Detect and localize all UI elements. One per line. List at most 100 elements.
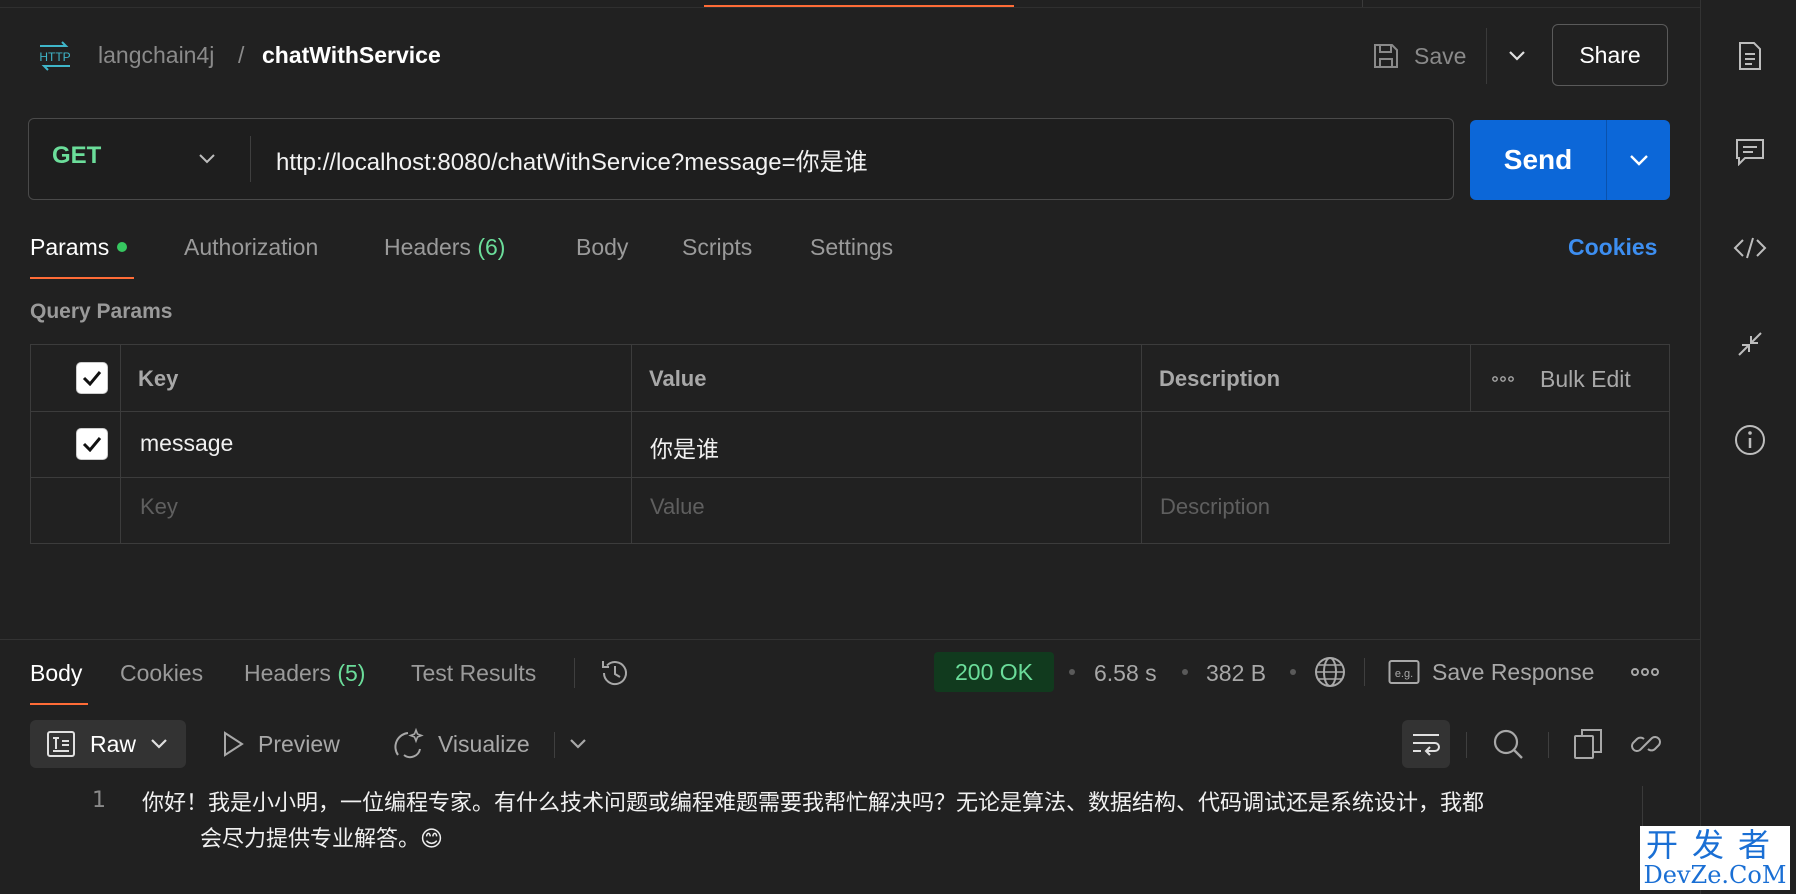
tab-scripts[interactable]: Scripts [682, 234, 752, 261]
new-value-input[interactable]: Value [650, 494, 705, 520]
save-label: Save [1414, 42, 1467, 69]
param-key-cell[interactable]: message [140, 430, 233, 457]
response-line-continuation: 会尽力提供专业解答。😊 [200, 827, 443, 852]
response-tab-cookies[interactable]: Cookies [120, 660, 203, 687]
svg-text:HTTP: HTTP [39, 50, 70, 64]
chevron-down-icon [570, 739, 586, 749]
table-col-divider [120, 344, 121, 544]
more-icon[interactable] [1630, 662, 1660, 682]
url-input[interactable]: http://localhost:8080/chatWithService?me… [276, 142, 868, 177]
search-icon[interactable] [1490, 726, 1526, 762]
active-tab-indicator [704, 5, 1014, 7]
url-divider [250, 136, 251, 182]
method-chevron[interactable] [194, 146, 220, 172]
tab-body[interactable]: Body [576, 234, 628, 261]
save-response-label: Save Response [1432, 658, 1595, 685]
tab-separator [1362, 0, 1363, 7]
globe-icon[interactable] [1313, 655, 1347, 689]
meta-separator [1069, 669, 1075, 675]
toolbar-separator [1548, 732, 1549, 758]
raw-icon [47, 731, 75, 757]
send-button[interactable]: Send [1470, 120, 1606, 200]
format-select[interactable]: Raw [30, 720, 186, 768]
tab-params[interactable]: Params [30, 234, 128, 261]
new-key-input[interactable]: Key [140, 494, 178, 520]
history-icon[interactable] [598, 656, 632, 690]
status-badge[interactable]: 200 OK [934, 652, 1054, 692]
response-tab-test-results[interactable]: Test Results [411, 660, 536, 687]
format-label: Raw [90, 730, 137, 757]
tab-settings[interactable]: Settings [810, 234, 893, 261]
send-options-chevron[interactable] [1606, 120, 1670, 200]
chevron-down-icon [151, 739, 167, 749]
code-icon[interactable] [1732, 230, 1768, 266]
visualize-icon [394, 727, 424, 759]
document-icon[interactable] [1732, 38, 1768, 74]
checkmark-icon [82, 371, 102, 386]
watermark-logo: 开发者 DevZe.CoM [1640, 826, 1790, 890]
response-tab-headers-label: Headers [244, 660, 331, 686]
bulk-edit-label: Bulk Edit [1540, 365, 1631, 392]
response-tab-headers[interactable]: Headers (5) [244, 660, 365, 687]
chevron-down-icon [1629, 155, 1648, 166]
response-tab-body[interactable]: Body [30, 660, 82, 687]
tab-headers-label: Headers [384, 234, 471, 260]
svg-text:e.g.: e.g. [1395, 668, 1413, 680]
table-divider [30, 411, 1670, 412]
params-tab-underline [30, 277, 134, 279]
column-header-key: Key [138, 366, 179, 391]
response-body[interactable]: 你好！我是小小明，一位编程专家。有什么技术问题或编程难题需要我帮忙解决吗？无论是… [142, 786, 1612, 858]
save-button[interactable]: Save [1372, 38, 1466, 74]
info-icon[interactable] [1732, 422, 1768, 458]
tab-authorization[interactable]: Authorization [184, 234, 318, 261]
response-tab-headers-count: (5) [337, 660, 366, 686]
preview-label: Preview [258, 730, 340, 757]
link-icon[interactable] [1628, 726, 1664, 762]
cookies-link[interactable]: Cookies [1568, 234, 1657, 261]
preview-button[interactable]: Preview [220, 720, 340, 768]
meta-divider [1364, 658, 1365, 686]
response-size[interactable]: 382 B [1206, 660, 1266, 687]
param-value-cell[interactable]: 你是谁 [650, 430, 719, 464]
save-response-button[interactable]: e.g. Save Response [1388, 654, 1594, 690]
toolbar-separator [554, 732, 555, 758]
select-all-checkbox[interactable] [76, 362, 108, 394]
method-select[interactable]: GET [52, 142, 101, 170]
save-divider [1486, 28, 1487, 84]
column-header-value: Value [649, 366, 707, 391]
line-number: 1 [92, 788, 106, 813]
watermark-bottom-text: DevZe.CoM [1643, 861, 1787, 889]
top-tab-strip [0, 0, 1700, 8]
table-col-divider [631, 344, 632, 544]
params-active-dot [117, 241, 128, 252]
http-icon: HTTP [36, 38, 74, 74]
chevron-down-icon [1509, 51, 1525, 61]
response-divider [0, 639, 1700, 640]
request-title[interactable]: chatWithService [262, 42, 441, 69]
row-checkbox[interactable] [76, 428, 108, 460]
visualize-options-chevron[interactable] [560, 726, 596, 762]
comment-icon[interactable] [1732, 134, 1768, 170]
response-line: 你好！我是小小明，一位编程专家。有什么技术问题或编程难题需要我帮忙解决吗？无论是… [142, 791, 1485, 816]
new-description-input[interactable]: Description [1160, 494, 1270, 520]
watermark-top-text: 开发者 [1645, 826, 1784, 864]
tab-headers[interactable]: Headers (6) [384, 234, 505, 261]
wrap-toggle[interactable] [1402, 720, 1450, 768]
bulk-edit-button[interactable]: Bulk Edit [1492, 364, 1631, 394]
share-button[interactable]: Share [1552, 24, 1668, 86]
toolbar-separator [1466, 732, 1467, 758]
save-options-chevron[interactable] [1500, 38, 1534, 74]
table-col-divider [1470, 344, 1471, 411]
copy-icon[interactable] [1570, 726, 1606, 762]
visualize-button[interactable]: Visualize [392, 720, 530, 768]
params-table [30, 344, 1670, 544]
column-header-description: Description [1159, 366, 1281, 391]
response-time[interactable]: 6.58 s [1094, 660, 1157, 687]
compress-icon[interactable] [1732, 326, 1768, 362]
meta-separator [1182, 669, 1188, 675]
tab-headers-count: (6) [477, 234, 506, 260]
visualize-label: Visualize [438, 730, 530, 757]
breadcrumb-collection[interactable]: langchain4j [98, 42, 214, 69]
query-params-title: Query Params [30, 300, 173, 323]
breadcrumb-separator: / [238, 42, 245, 68]
